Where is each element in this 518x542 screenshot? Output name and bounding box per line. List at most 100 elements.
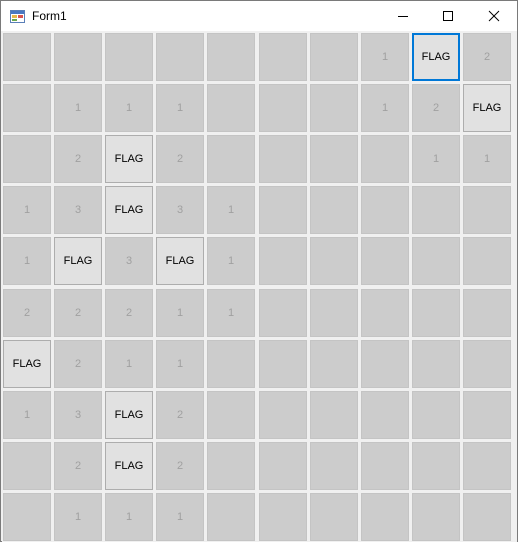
board-cell[interactable]: 1	[156, 84, 204, 132]
board-cell[interactable]: 1	[3, 391, 51, 439]
board-cell[interactable]: 1	[361, 84, 409, 132]
board-cell[interactable]	[361, 340, 409, 388]
board-cell[interactable]	[105, 33, 153, 81]
board-cell[interactable]	[259, 135, 307, 183]
flag-cell[interactable]: FLAG	[3, 340, 51, 388]
board-cell[interactable]	[463, 186, 511, 234]
board-cell[interactable]	[412, 237, 460, 285]
board-cell[interactable]: 1	[105, 84, 153, 132]
board-cell[interactable]	[156, 33, 204, 81]
board-cell[interactable]	[463, 289, 511, 337]
board-cell[interactable]	[3, 84, 51, 132]
board-cell[interactable]: 2	[156, 135, 204, 183]
board-cell[interactable]: 1	[412, 135, 460, 183]
minimize-button[interactable]	[380, 1, 426, 31]
board-cell[interactable]	[310, 237, 358, 285]
board-cell[interactable]	[310, 340, 358, 388]
app-form-icon[interactable]	[10, 9, 25, 24]
board-cell[interactable]	[207, 442, 255, 490]
board-cell[interactable]	[207, 340, 255, 388]
board-cell[interactable]	[54, 33, 102, 81]
board-cell[interactable]	[463, 340, 511, 388]
board-cell[interactable]	[310, 135, 358, 183]
board-cell[interactable]	[412, 442, 460, 490]
board-cell[interactable]: 1	[156, 493, 204, 541]
flag-cell[interactable]: FLAG	[412, 33, 460, 81]
board-cell[interactable]	[259, 493, 307, 541]
board-cell[interactable]	[412, 186, 460, 234]
board-cell[interactable]	[259, 84, 307, 132]
board-cell[interactable]: 1	[3, 237, 51, 285]
board-cell[interactable]: 1	[54, 493, 102, 541]
board-cell[interactable]	[259, 33, 307, 81]
board-cell[interactable]: 2	[156, 391, 204, 439]
flag-cell[interactable]: FLAG	[105, 391, 153, 439]
board-cell[interactable]	[207, 493, 255, 541]
board-cell[interactable]: 1	[105, 340, 153, 388]
board-cell[interactable]	[259, 340, 307, 388]
board-cell[interactable]: 2	[412, 84, 460, 132]
board-cell[interactable]	[207, 84, 255, 132]
board-cell[interactable]	[463, 237, 511, 285]
board-cell[interactable]	[310, 391, 358, 439]
board-cell[interactable]	[412, 493, 460, 541]
board-cell[interactable]: 2	[54, 442, 102, 490]
board-cell[interactable]: 3	[156, 186, 204, 234]
board-cell[interactable]	[412, 391, 460, 439]
board-cell[interactable]	[259, 186, 307, 234]
flag-cell[interactable]: FLAG	[463, 84, 511, 132]
board-cell[interactable]	[310, 493, 358, 541]
board-cell[interactable]	[259, 289, 307, 337]
board-cell[interactable]	[3, 493, 51, 541]
board-cell[interactable]	[463, 493, 511, 541]
close-button[interactable]	[471, 1, 517, 31]
flag-cell[interactable]: FLAG	[105, 135, 153, 183]
board-cell[interactable]: 1	[207, 237, 255, 285]
board-cell[interactable]: 2	[105, 289, 153, 337]
board-cell[interactable]: 1	[156, 340, 204, 388]
board-cell[interactable]	[361, 442, 409, 490]
board-cell[interactable]: 3	[105, 237, 153, 285]
board-cell[interactable]: 1	[207, 186, 255, 234]
board-cell[interactable]: 1	[207, 289, 255, 337]
board-cell[interactable]	[310, 186, 358, 234]
board-cell[interactable]	[361, 289, 409, 337]
board-cell[interactable]	[207, 33, 255, 81]
board-cell[interactable]: 2	[54, 289, 102, 337]
board-cell[interactable]	[412, 340, 460, 388]
board-cell[interactable]: 1	[361, 33, 409, 81]
board-cell[interactable]	[463, 442, 511, 490]
board-cell[interactable]	[207, 391, 255, 439]
board-cell[interactable]	[310, 33, 358, 81]
board-cell[interactable]: 3	[54, 186, 102, 234]
board-cell[interactable]: 2	[54, 135, 102, 183]
board-cell[interactable]	[412, 289, 460, 337]
board-cell[interactable]: 1	[54, 84, 102, 132]
board-cell[interactable]: 2	[3, 289, 51, 337]
board-cell[interactable]	[310, 289, 358, 337]
board-cell[interactable]	[259, 391, 307, 439]
maximize-button[interactable]	[425, 1, 471, 31]
board-cell[interactable]: 1	[3, 186, 51, 234]
board-cell[interactable]: 1	[156, 289, 204, 337]
title-bar[interactable]: Form1	[1, 1, 517, 31]
board-cell[interactable]	[259, 237, 307, 285]
board-cell[interactable]: 3	[54, 391, 102, 439]
board-cell[interactable]	[3, 33, 51, 81]
board-cell[interactable]: 2	[54, 340, 102, 388]
board-cell[interactable]: 2	[463, 33, 511, 81]
flag-cell[interactable]: FLAG	[156, 237, 204, 285]
board-cell[interactable]	[259, 442, 307, 490]
board-cell[interactable]	[361, 493, 409, 541]
board-cell[interactable]: 2	[156, 442, 204, 490]
board-cell[interactable]	[310, 442, 358, 490]
board-cell[interactable]	[310, 84, 358, 132]
flag-cell[interactable]: FLAG	[105, 442, 153, 490]
board-cell[interactable]	[463, 391, 511, 439]
board-cell[interactable]: 1	[105, 493, 153, 541]
board-cell[interactable]	[361, 186, 409, 234]
board-cell[interactable]	[3, 442, 51, 490]
flag-cell[interactable]: FLAG	[105, 186, 153, 234]
board-cell[interactable]	[207, 135, 255, 183]
board-cell[interactable]	[361, 391, 409, 439]
